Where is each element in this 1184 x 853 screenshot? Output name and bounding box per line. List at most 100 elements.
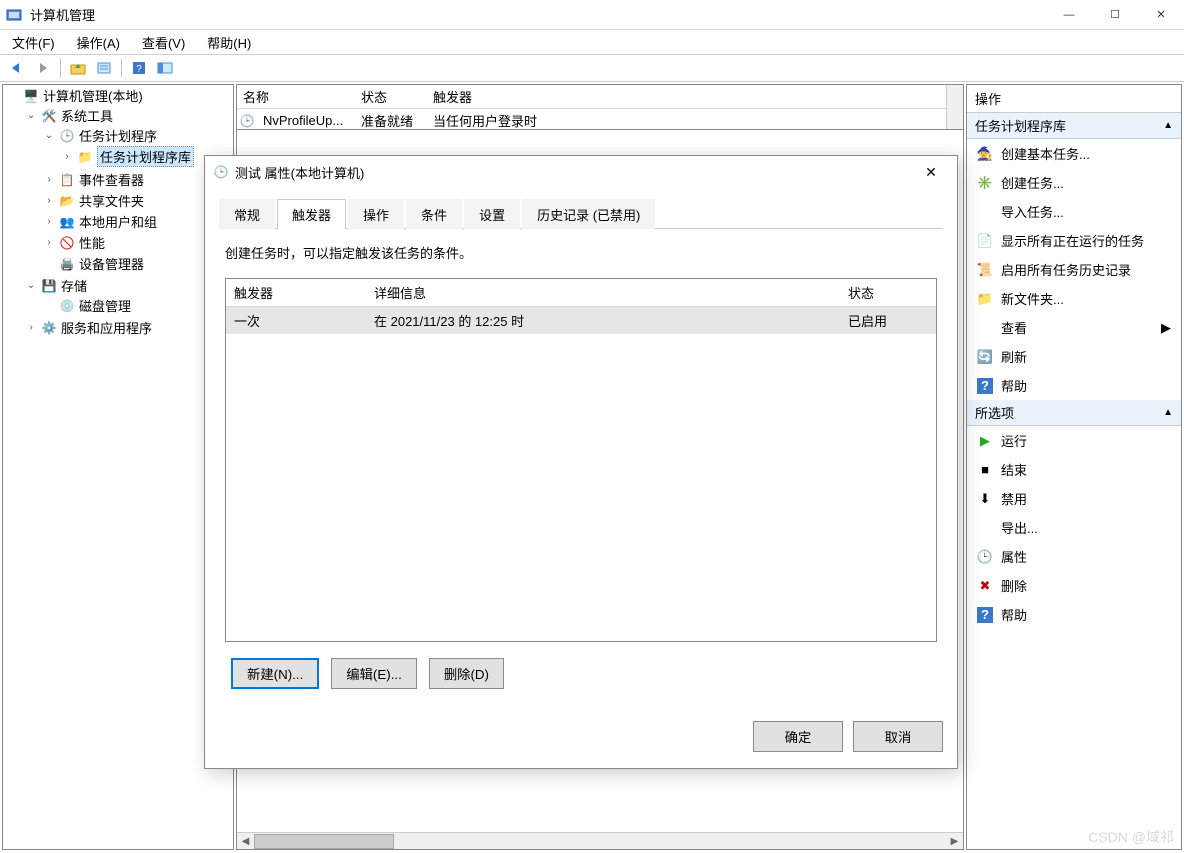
dialog-titlebar[interactable]: 🕒 测试 属性(本地计算机) ✕ (205, 156, 957, 188)
collapse-icon[interactable]: ▲ (1163, 120, 1173, 131)
actions-group-selected[interactable]: 所选项▲ (967, 400, 1181, 426)
dialog-tabs: 常规 触发器 操作 条件 设置 历史记录 (已禁用) (219, 198, 943, 229)
folder-icon: 📁 (77, 149, 93, 165)
tree-system-tools[interactable]: ⌄ 🛠️ 系统工具 (25, 106, 233, 125)
action-create-task[interactable]: ✳️创建任务... (967, 168, 1181, 197)
menu-help[interactable]: 帮助(H) (203, 31, 255, 54)
action-enable-history[interactable]: 📜启用所有任务历史记录 (967, 255, 1181, 284)
action-end[interactable]: ■结束 (967, 455, 1181, 484)
storage-icon: 💾 (41, 278, 57, 294)
back-icon[interactable] (6, 57, 28, 79)
help-icon: ? (977, 607, 993, 623)
trigger-list[interactable]: 触发器 详细信息 状态 一次 在 2021/11/23 的 12:25 时 已启… (225, 278, 937, 642)
folder-up-icon[interactable] (67, 57, 89, 79)
tab-actions[interactable]: 操作 (348, 199, 404, 229)
wizard-icon: 🧙 (977, 146, 993, 162)
actions-group-tasklib[interactable]: 任务计划程序库▲ (967, 113, 1181, 139)
share-icon: 📂 (59, 193, 75, 209)
delete-trigger-button[interactable]: 删除(D) (429, 658, 504, 689)
action-import-task[interactable]: 导入任务... (967, 197, 1181, 226)
delete-icon: ✖ (977, 578, 993, 594)
clock-icon: 🕒 (243, 113, 259, 129)
trigger-row[interactable]: 一次 在 2021/11/23 的 12:25 时 已启用 (226, 307, 936, 334)
app-icon (0, 7, 28, 23)
pane-icon[interactable] (154, 57, 176, 79)
refresh-icon: 🔄 (977, 349, 993, 365)
play-icon: ▶ (977, 433, 993, 449)
disk-icon: 💿 (59, 298, 75, 314)
history-icon: 📜 (977, 262, 993, 278)
help-icon[interactable]: ? (128, 57, 150, 79)
edit-trigger-button[interactable]: 编辑(E)... (331, 658, 417, 689)
clock-icon: 🕒 (59, 128, 75, 144)
properties-dialog: 🕒 测试 属性(本地计算机) ✕ 常规 触发器 操作 条件 设置 历史记录 (已… (204, 155, 958, 769)
action-show-running[interactable]: 📄显示所有正在运行的任务 (967, 226, 1181, 255)
collapse-icon[interactable]: ▲ (1163, 407, 1173, 418)
tree-task-scheduler[interactable]: ⌄ 🕒 任务计划程序 (43, 126, 233, 145)
svg-text:?: ? (136, 64, 142, 75)
close-button[interactable]: ✕ (1138, 0, 1184, 30)
tree-pane[interactable]: 🖥️ 计算机管理(本地) ⌄ 🛠️ 系统工具 ⌄ (2, 84, 234, 850)
tools-icon: 🛠️ (41, 108, 57, 124)
actions-header: 操作 (967, 85, 1181, 113)
tab-hint: 创建任务时，可以指定触发该任务的条件。 (225, 243, 937, 262)
task-row[interactable]: 🕒NvProfileUp... 准备就绪 当任何用户登录时 (237, 109, 963, 130)
tab-history[interactable]: 历史记录 (已禁用) (522, 199, 655, 229)
tree-services[interactable]: ›⚙️服务和应用程序 (25, 318, 233, 337)
action-delete[interactable]: ✖删除 (967, 571, 1181, 600)
col-status[interactable]: 状态 (361, 87, 433, 106)
services-icon: ⚙️ (41, 320, 57, 336)
vscrollbar[interactable] (946, 85, 963, 129)
trigcol-detail[interactable]: 详细信息 (374, 283, 848, 302)
window-title: 计算机管理 (28, 5, 1046, 24)
trigcol-trigger[interactable]: 触发器 (234, 283, 374, 302)
tab-triggers[interactable]: 触发器 (277, 199, 346, 229)
disable-icon: ⬇ (977, 491, 993, 507)
device-icon: 🖨️ (59, 256, 75, 272)
stop-icon: ■ (977, 462, 993, 478)
ok-button[interactable]: 确定 (753, 721, 843, 752)
action-new-folder[interactable]: 📁新文件夹... (967, 284, 1181, 313)
tab-settings[interactable]: 设置 (464, 199, 520, 229)
maximize-button[interactable]: ☐ (1092, 0, 1138, 30)
action-help2[interactable]: ?帮助 (967, 600, 1181, 629)
forward-icon[interactable] (32, 57, 54, 79)
menu-action[interactable]: 操作(A) (73, 31, 124, 54)
tree-root[interactable]: 🖥️ 计算机管理(本地) (7, 86, 233, 105)
folder-icon: 📁 (977, 291, 993, 307)
action-run[interactable]: ▶运行 (967, 426, 1181, 455)
menu-file[interactable]: 文件(F) (8, 31, 59, 54)
action-create-basic-task[interactable]: 🧙创建基本任务... (967, 139, 1181, 168)
props-icon: 🕒 (977, 549, 993, 565)
toolbar: ? (0, 54, 1184, 82)
event-icon: 📋 (59, 172, 75, 188)
list-icon: 📄 (977, 233, 993, 249)
trigcol-status[interactable]: 状态 (848, 283, 928, 302)
new-trigger-button[interactable]: 新建(N)... (231, 658, 319, 689)
action-help[interactable]: ?帮助 (967, 371, 1181, 400)
cancel-button[interactable]: 取消 (853, 721, 943, 752)
tree-storage[interactable]: ⌄ 💾 存储 (25, 276, 233, 295)
dialog-title: 测试 属性(本地计算机) (229, 163, 913, 182)
action-export[interactable]: 导出... (967, 513, 1181, 542)
action-refresh[interactable]: 🔄刷新 (967, 342, 1181, 371)
properties-icon[interactable] (93, 57, 115, 79)
clock-icon: 🕒 (213, 164, 229, 180)
dialog-close-button[interactable]: ✕ (913, 158, 949, 186)
hscrollbar[interactable]: ◀▶ (237, 832, 963, 849)
perf-icon: 🚫 (59, 235, 75, 251)
help-icon: ? (977, 378, 993, 394)
col-trigger[interactable]: 触发器 (433, 87, 957, 106)
task-list[interactable]: 名称 状态 触发器 🕒NvProfileUp... 准备就绪 当任何用户登录时 (236, 84, 964, 130)
watermark: CSDN @域祁 (1088, 827, 1174, 847)
col-name[interactable]: 名称 (243, 87, 361, 106)
export-icon (977, 520, 993, 536)
tab-conditions[interactable]: 条件 (406, 199, 462, 229)
tab-general[interactable]: 常规 (219, 199, 275, 229)
minimize-button[interactable]: — (1046, 0, 1092, 30)
action-disable[interactable]: ⬇禁用 (967, 484, 1181, 513)
action-view[interactable]: 查看▶ (967, 313, 1181, 342)
action-properties[interactable]: 🕒属性 (967, 542, 1181, 571)
actions-pane: 操作 任务计划程序库▲ 🧙创建基本任务... ✳️创建任务... 导入任务...… (966, 84, 1182, 850)
menu-view[interactable]: 查看(V) (138, 31, 189, 54)
